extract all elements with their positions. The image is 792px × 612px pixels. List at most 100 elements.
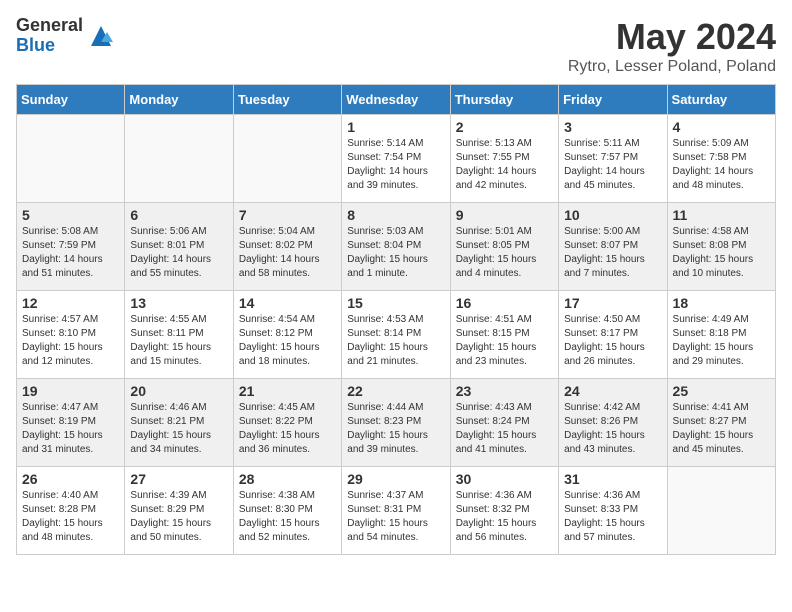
- day-number: 15: [347, 295, 444, 311]
- day-info: Sunrise: 4:46 AM Sunset: 8:21 PM Dayligh…: [130, 401, 227, 457]
- logo: General Blue: [16, 16, 115, 56]
- day-number: 6: [130, 207, 227, 223]
- calendar-cell: 13 Sunrise: 4:55 AM Sunset: 8:11 PM Dayli…: [125, 291, 233, 379]
- calendar-cell: 11Sunrise: 4:58 AM Sunset: 8:08 PM Dayli…: [667, 203, 775, 291]
- header-monday: Monday: [125, 85, 233, 115]
- day-number: 2: [456, 119, 553, 135]
- calendar-cell: 8 Sunrise: 5:03 AM Sunset: 8:04 PM Daylig…: [342, 203, 450, 291]
- calendar-table: SundayMondayTuesdayWednesdayThursdayFrid…: [16, 84, 776, 555]
- day-number: 5: [22, 207, 119, 223]
- calendar-cell: [17, 115, 125, 203]
- day-number: 30: [456, 471, 553, 487]
- day-info: Sunrise: 5:06 AM Sunset: 8:01 PM Dayligh…: [130, 225, 227, 281]
- day-info: Sunrise: 5:04 AM Sunset: 8:02 PM Dayligh…: [239, 225, 336, 281]
- month-title: May 2024: [568, 16, 776, 58]
- day-info: Sunrise: 5:03 AM Sunset: 8:04 PM Dayligh…: [347, 225, 444, 281]
- day-number: 1: [347, 119, 444, 135]
- logo-icon: [87, 22, 115, 50]
- day-info: Sunrise: 4:38 AM Sunset: 8:30 PM Dayligh…: [239, 489, 336, 545]
- day-number: 28: [239, 471, 336, 487]
- day-info: Sunrise: 5:08 AM Sunset: 7:59 PM Dayligh…: [22, 225, 119, 281]
- day-number: 10: [564, 207, 661, 223]
- day-number: 31: [564, 471, 661, 487]
- calendar-week-row: 26 Sunrise: 4:40 AM Sunset: 8:28 PM Dayli…: [17, 467, 776, 555]
- day-info: Sunrise: 4:42 AM Sunset: 8:26 PM Dayligh…: [564, 401, 661, 457]
- calendar-cell: 17Sunrise: 4:50 AM Sunset: 8:17 PM Dayli…: [559, 291, 667, 379]
- day-number: 12: [22, 295, 119, 311]
- calendar-cell: [667, 467, 775, 555]
- calendar-cell: 6 Sunrise: 5:06 AM Sunset: 8:01 PM Daylig…: [125, 203, 233, 291]
- day-number: 20: [130, 383, 227, 399]
- logo-general: General: [16, 16, 83, 36]
- calendar-cell: 14 Sunrise: 4:54 AM Sunset: 8:12 PM Dayli…: [233, 291, 341, 379]
- day-number: 22: [347, 383, 444, 399]
- day-info: Sunrise: 4:57 AM Sunset: 8:10 PM Dayligh…: [22, 313, 119, 369]
- day-info: Sunrise: 4:49 AM Sunset: 8:18 PM Dayligh…: [673, 313, 770, 369]
- day-info: Sunrise: 4:39 AM Sunset: 8:29 PM Dayligh…: [130, 489, 227, 545]
- calendar-cell: 20 Sunrise: 4:46 AM Sunset: 8:21 PM Dayli…: [125, 379, 233, 467]
- day-info: Sunrise: 4:54 AM Sunset: 8:12 PM Dayligh…: [239, 313, 336, 369]
- day-number: 18: [673, 295, 770, 311]
- day-number: 4: [673, 119, 770, 135]
- calendar-header-row: SundayMondayTuesdayWednesdayThursdayFrid…: [17, 85, 776, 115]
- day-number: 14: [239, 295, 336, 311]
- day-number: 27: [130, 471, 227, 487]
- day-info: Sunrise: 4:47 AM Sunset: 8:19 PM Dayligh…: [22, 401, 119, 457]
- day-info: Sunrise: 5:11 AM Sunset: 7:57 PM Dayligh…: [564, 137, 661, 193]
- day-info: Sunrise: 5:13 AM Sunset: 7:55 PM Dayligh…: [456, 137, 553, 193]
- calendar-cell: 27 Sunrise: 4:39 AM Sunset: 8:29 PM Dayli…: [125, 467, 233, 555]
- calendar-cell: 3 Sunrise: 5:11 AM Sunset: 7:57 PM Daylig…: [559, 115, 667, 203]
- day-info: Sunrise: 5:01 AM Sunset: 8:05 PM Dayligh…: [456, 225, 553, 281]
- calendar-cell: 24Sunrise: 4:42 AM Sunset: 8:26 PM Dayli…: [559, 379, 667, 467]
- day-number: 21: [239, 383, 336, 399]
- calendar-cell: 4 Sunrise: 5:09 AM Sunset: 7:58 PM Daylig…: [667, 115, 775, 203]
- day-info: Sunrise: 5:14 AM Sunset: 7:54 PM Dayligh…: [347, 137, 444, 193]
- day-info: Sunrise: 4:40 AM Sunset: 8:28 PM Dayligh…: [22, 489, 119, 545]
- calendar-cell: 1 Sunrise: 5:14 AM Sunset: 7:54 PM Daylig…: [342, 115, 450, 203]
- calendar-cell: 18 Sunrise: 4:49 AM Sunset: 8:18 PM Dayli…: [667, 291, 775, 379]
- page-header: General Blue May 2024 Rytro, Lesser Pola…: [16, 16, 776, 76]
- day-info: Sunrise: 5:09 AM Sunset: 7:58 PM Dayligh…: [673, 137, 770, 193]
- header-thursday: Thursday: [450, 85, 558, 115]
- day-info: Sunrise: 4:55 AM Sunset: 8:11 PM Dayligh…: [130, 313, 227, 369]
- calendar-cell: 25Sunrise: 4:41 AM Sunset: 8:27 PM Dayli…: [667, 379, 775, 467]
- day-number: 8: [347, 207, 444, 223]
- calendar-cell: 29 Sunrise: 4:37 AM Sunset: 8:31 PM Dayli…: [342, 467, 450, 555]
- calendar-week-row: 5 Sunrise: 5:08 AM Sunset: 7:59 PM Daylig…: [17, 203, 776, 291]
- calendar-cell: 30 Sunrise: 4:36 AM Sunset: 8:32 PM Dayli…: [450, 467, 558, 555]
- day-number: 17: [564, 295, 661, 311]
- day-number: 26: [22, 471, 119, 487]
- calendar-week-row: 12 Sunrise: 4:57 AM Sunset: 8:10 PM Dayli…: [17, 291, 776, 379]
- calendar-cell: 28 Sunrise: 4:38 AM Sunset: 8:30 PM Dayli…: [233, 467, 341, 555]
- calendar-cell: 21Sunrise: 4:45 AM Sunset: 8:22 PM Dayli…: [233, 379, 341, 467]
- day-number: 7: [239, 207, 336, 223]
- day-number: 11: [673, 207, 770, 223]
- calendar-cell: 5 Sunrise: 5:08 AM Sunset: 7:59 PM Daylig…: [17, 203, 125, 291]
- calendar-cell: [233, 115, 341, 203]
- calendar-cell: 16 Sunrise: 4:51 AM Sunset: 8:15 PM Dayli…: [450, 291, 558, 379]
- day-info: Sunrise: 4:36 AM Sunset: 8:32 PM Dayligh…: [456, 489, 553, 545]
- day-info: Sunrise: 4:51 AM Sunset: 8:15 PM Dayligh…: [456, 313, 553, 369]
- calendar-cell: [125, 115, 233, 203]
- calendar-cell: 10 Sunrise: 5:00 AM Sunset: 8:07 PM Dayli…: [559, 203, 667, 291]
- day-number: 23: [456, 383, 553, 399]
- calendar-cell: 19 Sunrise: 4:47 AM Sunset: 8:19 PM Dayli…: [17, 379, 125, 467]
- day-info: Sunrise: 4:37 AM Sunset: 8:31 PM Dayligh…: [347, 489, 444, 545]
- day-number: 25: [673, 383, 770, 399]
- calendar-cell: 23 Sunrise: 4:43 AM Sunset: 8:24 PM Dayli…: [450, 379, 558, 467]
- calendar-cell: 31Sunrise: 4:36 AM Sunset: 8:33 PM Dayli…: [559, 467, 667, 555]
- day-number: 3: [564, 119, 661, 135]
- title-block: May 2024 Rytro, Lesser Poland, Poland: [568, 16, 776, 76]
- day-number: 16: [456, 295, 553, 311]
- location-title: Rytro, Lesser Poland, Poland: [568, 58, 776, 76]
- day-info: Sunrise: 5:00 AM Sunset: 8:07 PM Dayligh…: [564, 225, 661, 281]
- calendar-cell: 7 Sunrise: 5:04 AM Sunset: 8:02 PM Daylig…: [233, 203, 341, 291]
- day-number: 13: [130, 295, 227, 311]
- calendar-week-row: 1 Sunrise: 5:14 AM Sunset: 7:54 PM Daylig…: [17, 115, 776, 203]
- day-info: Sunrise: 4:43 AM Sunset: 8:24 PM Dayligh…: [456, 401, 553, 457]
- header-saturday: Saturday: [667, 85, 775, 115]
- day-number: 29: [347, 471, 444, 487]
- logo-blue: Blue: [16, 36, 83, 56]
- header-sunday: Sunday: [17, 85, 125, 115]
- day-number: 19: [22, 383, 119, 399]
